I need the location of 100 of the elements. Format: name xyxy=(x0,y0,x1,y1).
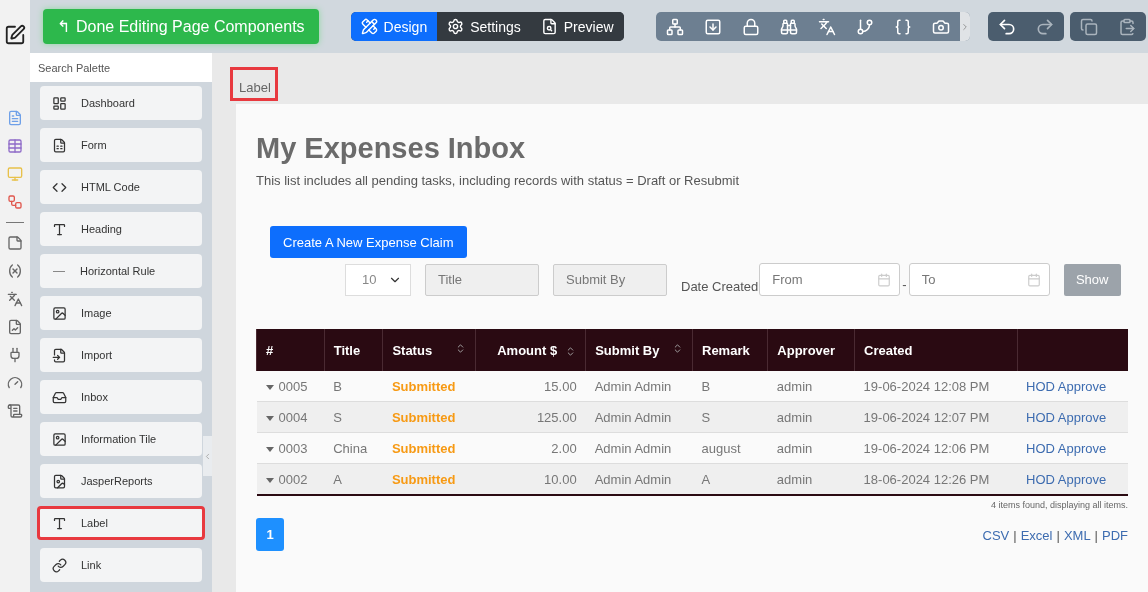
palette-item[interactable]: JasperReports xyxy=(40,464,202,498)
camera-icon[interactable] xyxy=(931,17,950,36)
label-component[interactable]: Label xyxy=(230,67,278,101)
column-header: Title xyxy=(324,329,383,371)
column-header: Approver xyxy=(767,329,855,371)
file-chart-icon[interactable] xyxy=(7,319,23,335)
column-header: # xyxy=(256,329,325,371)
palette-item[interactable]: Dashboard xyxy=(40,86,202,120)
paste-icon[interactable] xyxy=(1117,17,1136,36)
page-size-select[interactable]: 10 xyxy=(345,263,411,296)
table-cell: Admin Admin xyxy=(585,371,693,402)
approve-link[interactable]: HOD Approve xyxy=(1026,440,1107,456)
table-cell: Admin Admin xyxy=(585,432,693,464)
gauge-icon[interactable] xyxy=(7,375,23,391)
status-cell: Submitted xyxy=(382,401,475,433)
approve-link[interactable]: HOD Approve xyxy=(1026,378,1107,394)
table-cell: 19-06-2024 12:08 PM xyxy=(854,371,1017,402)
line-icon xyxy=(53,270,65,272)
approve-link[interactable]: HOD Approve xyxy=(1026,409,1107,425)
import-icon xyxy=(52,347,67,363)
plug-icon[interactable] xyxy=(7,347,23,363)
column-header[interactable]: Submit By xyxy=(585,329,693,371)
palette-item[interactable]: Information Tile xyxy=(40,422,202,456)
form-icon xyxy=(52,137,67,153)
letter-icon xyxy=(52,221,67,237)
table-cell: admin xyxy=(767,401,855,433)
undo-icon[interactable] xyxy=(996,16,1017,37)
settings-icon xyxy=(447,18,465,35)
table-cell: 0004 xyxy=(256,401,325,433)
design-icon xyxy=(360,18,378,35)
chevron-left-icon xyxy=(203,451,212,461)
table-cell: S xyxy=(692,401,768,433)
submit-by-field[interactable]: Submit By xyxy=(553,263,667,296)
export-link[interactable]: XML xyxy=(1063,528,1091,543)
translate-icon[interactable] xyxy=(7,291,23,307)
caret-icon[interactable] xyxy=(265,384,274,391)
table-cell: 0005 xyxy=(256,371,325,402)
title-field[interactable]: Title xyxy=(425,263,539,296)
separator-text: | xyxy=(1094,528,1098,543)
table-cell: 2.00 xyxy=(475,432,586,464)
palette-item[interactable]: Heading xyxy=(40,212,202,246)
table-cell: A xyxy=(692,463,768,495)
mode-tab[interactable]: Design xyxy=(350,12,438,41)
sort-icon[interactable] xyxy=(672,342,683,354)
scroll-icon[interactable] xyxy=(7,403,23,419)
binoculars-icon[interactable] xyxy=(779,17,798,36)
caret-icon[interactable] xyxy=(265,477,274,484)
to-date-field[interactable]: To xyxy=(908,263,1050,296)
create-button[interactable]: Create A New Expense Claim xyxy=(270,226,467,258)
translate-icon[interactable] xyxy=(817,17,836,36)
search-field[interactable]: Search Palette xyxy=(30,53,212,82)
page-description: This list includes all pending tasks, including records with status = Draft or Resubmit xyxy=(256,173,741,188)
calendar-icon xyxy=(1026,272,1041,287)
table-cell: Admin Admin xyxy=(585,463,693,495)
table-cell: 18-06-2024 12:26 PM xyxy=(854,463,1017,495)
palette-item[interactable]: Horizontal Rule xyxy=(40,254,202,288)
sitemap-icon[interactable] xyxy=(665,17,684,36)
note-icon[interactable] xyxy=(7,235,23,251)
status-cell: Submitted xyxy=(382,463,475,495)
braces-icon[interactable] xyxy=(893,17,912,36)
palette-item[interactable]: Image xyxy=(40,296,202,330)
table-cell: admin xyxy=(767,371,855,402)
palette-item[interactable]: Link xyxy=(40,548,202,582)
status-cell: Submitted xyxy=(382,432,475,464)
table-cell: 15.00 xyxy=(475,371,586,402)
preview-icon xyxy=(540,18,558,35)
table-cell: admin xyxy=(767,463,855,495)
table-cell: B xyxy=(324,371,383,402)
export-link[interactable]: Excel xyxy=(1020,528,1053,543)
table-cell: august xyxy=(692,432,768,464)
palette-item[interactable]: Form xyxy=(40,128,202,162)
export-link[interactable]: PDF xyxy=(1102,528,1128,543)
lock-icon[interactable] xyxy=(741,17,760,36)
table-cell: 125.00 xyxy=(475,401,586,433)
palette-item[interactable]: Inbox xyxy=(40,380,202,414)
dash-text: - xyxy=(902,277,907,292)
from-date-field[interactable]: From xyxy=(759,263,901,296)
table-cell: B xyxy=(692,371,768,402)
branch-icon[interactable] xyxy=(855,17,874,36)
document-icon[interactable] xyxy=(7,110,23,126)
caret-icon[interactable] xyxy=(265,446,274,453)
palette-item[interactable]: Label xyxy=(37,506,205,540)
copy-icon[interactable] xyxy=(1079,17,1098,36)
table-cell: 19-06-2024 12:06 PM xyxy=(854,432,1017,464)
approve-link[interactable]: HOD Approve xyxy=(1026,471,1107,487)
export-link[interactable]: CSV xyxy=(982,528,1010,543)
variable-icon[interactable] xyxy=(7,263,23,279)
download-icon[interactable] xyxy=(703,17,722,36)
column-header[interactable]: Amount $ xyxy=(475,329,586,371)
table-cell: A xyxy=(324,463,383,495)
palette-item[interactable]: Import xyxy=(40,338,202,372)
caret-icon[interactable] xyxy=(265,415,274,422)
table-cell: Admin Admin xyxy=(585,401,693,433)
column-header[interactable]: Status xyxy=(382,329,475,371)
table-cell: admin xyxy=(767,432,855,464)
edit-icon[interactable] xyxy=(4,24,26,46)
column-header: Created xyxy=(854,329,1017,371)
workflow-icon[interactable] xyxy=(7,194,23,210)
palette-item[interactable]: HTML Code xyxy=(40,170,202,204)
table-icon[interactable] xyxy=(7,138,23,154)
